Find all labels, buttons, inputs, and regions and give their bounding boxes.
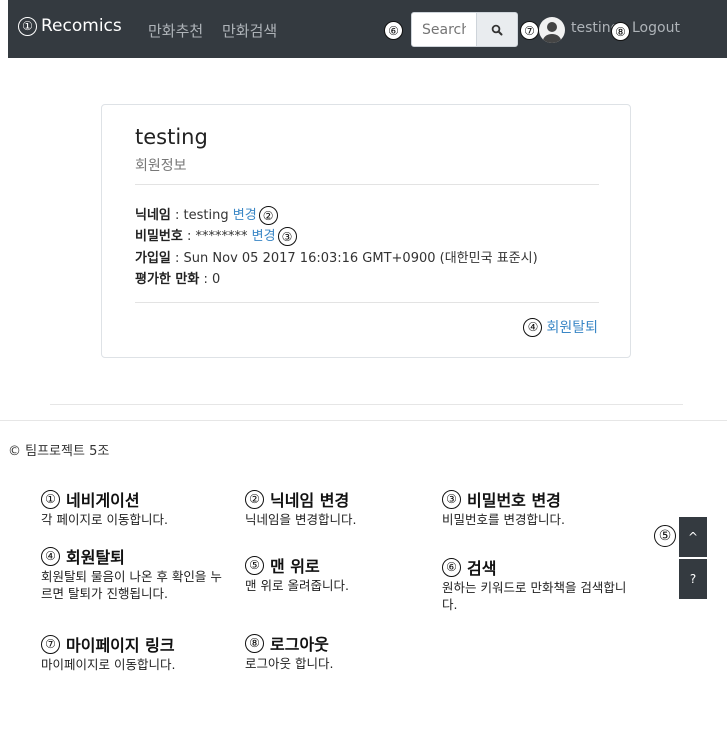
- scroll-top-button[interactable]: ^: [679, 517, 707, 557]
- help-item-mypage: ⑦ 마이페이지 링크 마이페이지로 이동합니다.: [41, 632, 241, 674]
- search-icon: [491, 24, 503, 35]
- profile-name: testing: [135, 125, 208, 149]
- help-item-password: ③ 비밀번호 변경 비밀번호를 변경합니다.: [442, 487, 642, 529]
- nickname-row: 닉네임 : testing 변경 ②: [135, 204, 278, 225]
- user-icon: [543, 22, 561, 43]
- help-item-nickname: ② 닉네임 변경 닉네임을 변경합니다.: [245, 487, 445, 529]
- help-desc: 로그아웃 합니다.: [245, 656, 334, 671]
- profile-subtitle: 회원정보: [135, 158, 187, 174]
- profile-card: testing 회원정보 닉네임 : testing 변경 ② 비밀번호 : **…: [101, 104, 631, 358]
- copyright: © 팀프로젝트 5조: [8, 444, 110, 459]
- help-desc: 각 페이지로 이동합니다.: [41, 512, 168, 527]
- annotation-marker: ②: [258, 206, 278, 225]
- avatar[interactable]: [539, 17, 565, 43]
- help-item-search: ⑥ 검색 원하는 키워드로 만화책을 검색합니다.: [442, 555, 637, 613]
- nav-link-search[interactable]: 만화검색: [222, 20, 277, 41]
- divider: [135, 302, 599, 303]
- withdraw-row: ④ 회원탈퇴: [523, 317, 598, 337]
- rated-value: : 0: [199, 272, 221, 287]
- password-row: 비밀번호 : ******** 변경 ③: [135, 225, 297, 246]
- help-item-withdraw: ④ 회원탈퇴 회원탈퇴 물음이 나온 후 확인을 누르면 탈퇴가 진행됩니다.: [41, 544, 231, 602]
- annotation-marker: ③: [442, 489, 461, 509]
- help-title: 검색: [467, 559, 497, 578]
- annotation-marker: ④: [41, 546, 60, 566]
- navbar: ① Recomics 만화추천 만화검색 ⑥ ⑦ testing ⑧ Logou…: [8, 0, 727, 58]
- help-title: 로그아웃: [270, 635, 329, 654]
- joined-value: : Sun Nov 05 2017 16:03:16 GMT+0900 (대한민…: [170, 251, 538, 266]
- nickname-label: 닉네임: [135, 208, 171, 223]
- nav-link-recommend[interactable]: 만화추천: [148, 20, 203, 41]
- password-label: 비밀번호: [135, 229, 183, 244]
- logout-link[interactable]: Logout: [632, 20, 680, 36]
- help-desc: 마이페이지로 이동합니다.: [41, 657, 176, 672]
- change-nickname-link[interactable]: 변경: [233, 208, 257, 223]
- help-desc: 맨 위로 올려줍니다.: [245, 578, 349, 593]
- footer-divider: [0, 420, 727, 421]
- help-desc: 회원탈퇴 물음이 나온 후 확인을 누르면 탈퇴가 진행됩니다.: [41, 569, 222, 601]
- annotation-marker: ①: [41, 489, 60, 509]
- annotation-marker: ⑧: [611, 22, 630, 41]
- help-item-scroll-top: ⑤ 맨 위로 맨 위로 올려줍니다.: [245, 553, 445, 595]
- withdraw-link[interactable]: 회원탈퇴: [546, 317, 598, 337]
- help-item-navigation: ① 네비게이션 각 페이지로 이동합니다.: [41, 487, 241, 529]
- change-password-link[interactable]: 변경: [252, 229, 276, 244]
- help-button[interactable]: ?: [679, 559, 707, 599]
- help-title: 비밀번호 변경: [467, 491, 561, 510]
- annotation-marker: ⑥: [384, 21, 403, 40]
- annotation-marker: ③: [277, 227, 297, 246]
- help-title: 닉네임 변경: [270, 491, 350, 510]
- annotation-marker: ⑥: [442, 557, 461, 577]
- annotation-marker: ⑦: [520, 21, 539, 40]
- help-title: 회원탈퇴: [66, 548, 125, 567]
- help-title: 맨 위로: [270, 557, 320, 576]
- joined-row: 가입일 : Sun Nov 05 2017 16:03:16 GMT+0900 …: [135, 247, 538, 266]
- rated-label: 평가한 만화: [135, 272, 200, 287]
- annotation-marker: ⑤: [654, 525, 676, 547]
- divider: [135, 184, 599, 185]
- help-desc: 닉네임을 변경합니다.: [245, 512, 357, 527]
- help-desc: 비밀번호를 변경합니다.: [442, 512, 565, 527]
- brand-link[interactable]: ① Recomics: [18, 16, 122, 36]
- rated-row: 평가한 만화 : 0: [135, 268, 220, 287]
- help-title: 마이페이지 링크: [66, 636, 175, 655]
- search-button[interactable]: [476, 12, 518, 47]
- help-item-logout: ⑧ 로그아웃 로그아웃 합니다.: [245, 631, 445, 673]
- annotation-marker: ⑤: [245, 555, 264, 575]
- joined-label: 가입일: [135, 251, 171, 266]
- annotation-marker: ①: [18, 16, 37, 36]
- annotation-marker: ④: [523, 317, 543, 337]
- annotation-marker: ⑧: [245, 633, 264, 653]
- nickname-value: : testing: [170, 208, 233, 223]
- annotation-marker: ⑦: [41, 634, 60, 654]
- annotation-marker: ②: [245, 489, 264, 509]
- divider: [50, 404, 683, 405]
- search-input[interactable]: [411, 12, 477, 47]
- help-title: 네비게이션: [66, 491, 140, 510]
- help-desc: 원하는 키워드로 만화책을 검색합니다.: [442, 580, 627, 612]
- password-value: : ********: [182, 229, 252, 244]
- brand-name: Recomics: [41, 16, 122, 36]
